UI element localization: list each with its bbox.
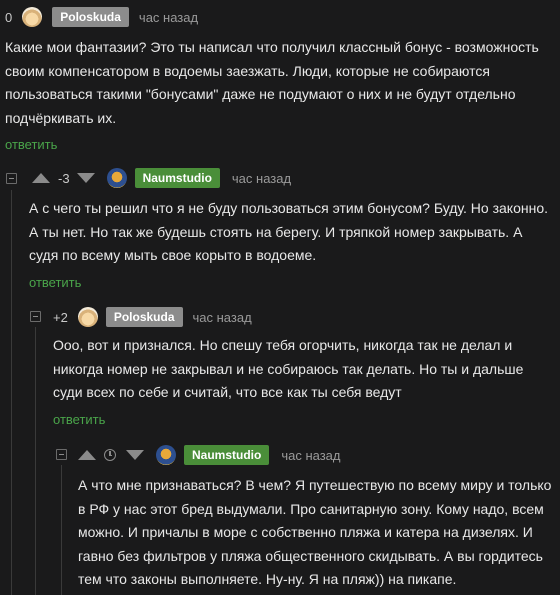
- comment-header: -3 Naumstudio час назад: [32, 167, 291, 189]
- downvote-icon[interactable]: [76, 173, 95, 183]
- author-badge[interactable]: Poloskuda: [105, 307, 183, 327]
- comment-score: 0: [5, 9, 13, 25]
- collapse-button[interactable]: [56, 449, 67, 460]
- author-badge[interactable]: Naumstudio: [184, 445, 270, 465]
- comment-time[interactable]: час назад: [139, 10, 198, 25]
- comment-score: -3: [58, 170, 70, 186]
- avatar[interactable]: [22, 7, 43, 27]
- comment-text: Какие мои фантазии? Это ты написал что п…: [5, 39, 539, 126]
- comment-time[interactable]: час назад: [193, 310, 252, 325]
- comment-text: А что мне признаваться? В чем? Я путешес…: [78, 477, 552, 587]
- comment-text: А с чего ты решил что я не буду пользова…: [29, 200, 548, 263]
- avatar[interactable]: [77, 307, 98, 327]
- comment-score: +2: [53, 309, 68, 325]
- thread-line: [35, 327, 36, 595]
- comment-header: Naumstudio час назад: [78, 444, 341, 466]
- comment-text: Ооо, вот и признался. Но спешу тебя огор…: [53, 337, 524, 400]
- thread-line: [61, 465, 62, 595]
- comment-header: +2 Poloskuda час назад: [53, 306, 252, 328]
- collapse-button[interactable]: [6, 173, 17, 184]
- comment-time[interactable]: час назад: [232, 171, 291, 186]
- reply-link[interactable]: ответить: [29, 275, 81, 290]
- clock-icon: [104, 449, 116, 461]
- downvote-icon[interactable]: [126, 450, 144, 460]
- comment-header: 0 Poloskuda час назад: [5, 6, 198, 28]
- thread-line: [11, 190, 12, 595]
- upvote-icon[interactable]: [78, 450, 96, 460]
- author-badge[interactable]: Poloskuda: [52, 7, 129, 27]
- reply-link[interactable]: ответить: [5, 137, 57, 152]
- comment-time[interactable]: час назад: [281, 448, 340, 463]
- upvote-icon[interactable]: [32, 173, 50, 183]
- author-badge[interactable]: Naumstudio: [134, 168, 220, 188]
- avatar[interactable]: [106, 168, 127, 188]
- avatar[interactable]: [156, 445, 176, 465]
- collapse-button[interactable]: [30, 311, 41, 322]
- reply-link[interactable]: ответить: [53, 412, 105, 427]
